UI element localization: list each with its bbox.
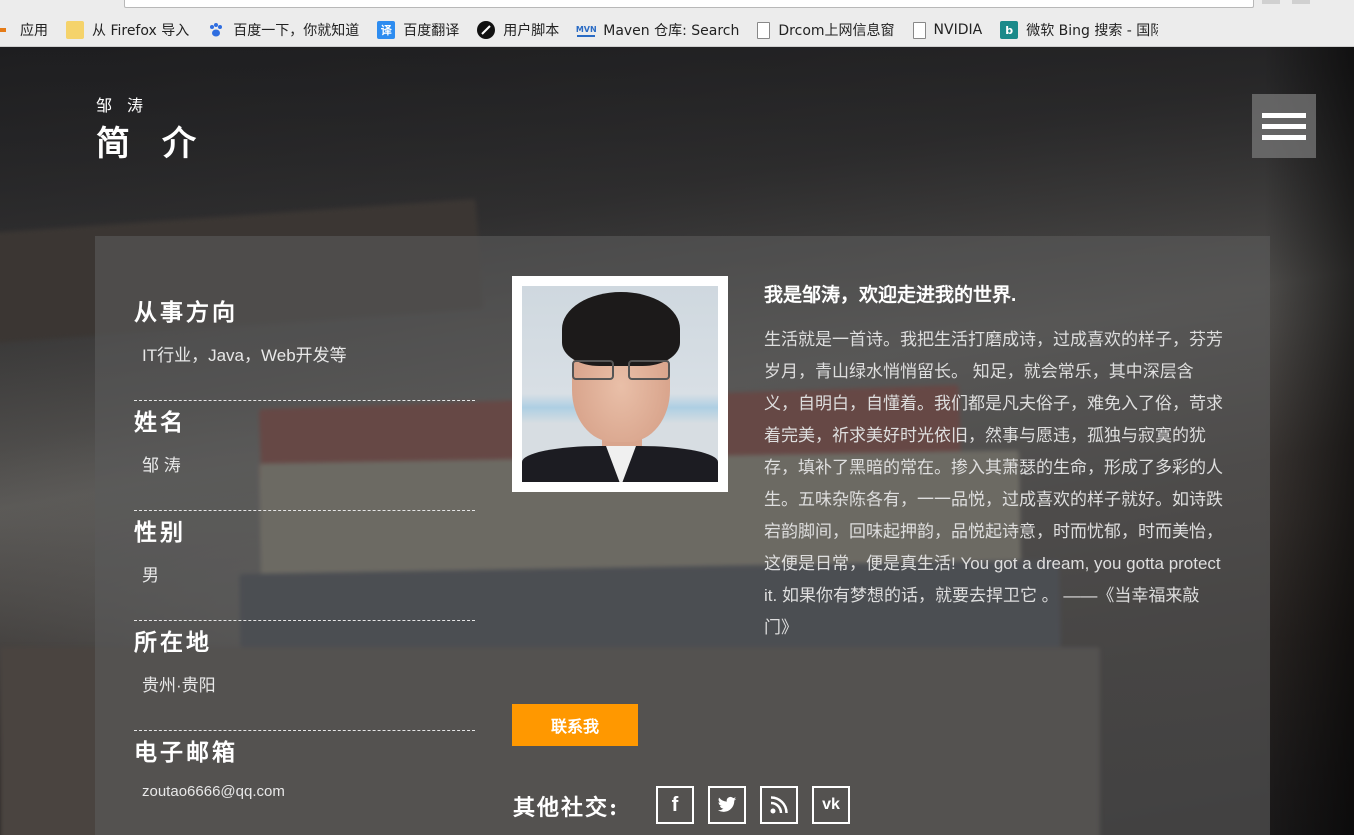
info-label: 电子邮箱	[134, 739, 238, 766]
vk-icon[interactable]: vk	[812, 786, 850, 824]
bookmark-baidu-translate[interactable]: 译 百度翻译	[377, 18, 459, 42]
portrait-part	[562, 292, 680, 366]
bookmarks-bar: 应用 从 Firefox 导入 百度一下，你就知道 译 百度翻译 用户脚本 MV…	[0, 0, 1354, 47]
toolbar-button[interactable]	[1292, 0, 1310, 4]
twitter-icon[interactable]	[708, 786, 746, 824]
hamburger-icon-bar	[1262, 123, 1306, 129]
vk-glyph: vk	[822, 796, 840, 813]
info-item-direction: 从事方向 IT行业，Java，Web开发等	[134, 291, 475, 401]
bookmark-label: NVIDIA	[933, 22, 983, 38]
translate-icon: 译	[377, 21, 396, 39]
bookmark-drcom[interactable]: Drcom上网信息窗	[757, 18, 895, 42]
menu-button[interactable]	[1252, 94, 1316, 158]
bookmark-apps[interactable]: 应用	[0, 18, 48, 42]
bookmark-label: 百度翻译	[403, 23, 460, 39]
glasses-lens	[628, 360, 670, 380]
info-value: IT行业，Java，Web开发等	[142, 346, 347, 365]
info-value: 邹 涛	[142, 456, 181, 475]
social-label: 其他社交:	[513, 795, 620, 821]
bing-icon: b	[1000, 21, 1019, 39]
bookmark-label: 用户脚本	[503, 23, 560, 39]
glasses-lens	[572, 360, 614, 380]
bookmark-nvidia[interactable]: NVIDIA	[912, 18, 983, 42]
rss-icon[interactable]	[760, 786, 798, 824]
info-item-gender: 性别 男	[134, 511, 475, 621]
hamburger-icon-bar	[1262, 134, 1306, 140]
page-icon	[912, 21, 926, 39]
maven-icon: MVN	[576, 23, 597, 37]
portrait-part	[572, 360, 672, 382]
bookmark-label: 从 Firefox 导入	[92, 23, 190, 39]
folder-icon	[66, 21, 84, 39]
hero-shade	[1264, 47, 1354, 835]
info-label: 所在地	[134, 629, 212, 656]
page-title: 简介	[96, 124, 228, 164]
contact-button[interactable]: 联系我	[512, 704, 638, 746]
bookmark-label: Drcom上网信息窗	[778, 23, 895, 39]
bookmark-userscript[interactable]: 用户脚本	[477, 18, 559, 42]
bookmark-label: 微软 Bing 搜索 - 国际	[1026, 23, 1159, 39]
bookmark-label: 应用	[20, 23, 48, 39]
info-label: 从事方向	[134, 299, 238, 326]
baidu-icon	[207, 21, 225, 39]
bookmark-firefox-import[interactable]: 从 Firefox 导入	[66, 18, 189, 42]
info-value: 男	[142, 566, 159, 585]
userscript-icon	[477, 21, 496, 39]
info-label: 性别	[134, 519, 186, 546]
facebook-glyph: f	[671, 793, 679, 816]
info-item-email: 电子邮箱 zoutao6666@qq.com	[134, 731, 475, 835]
info-list: 从事方向 IT行业，Java，Web开发等 姓名 邹 涛 性别 男 所在地 贵州…	[134, 291, 475, 835]
bookmarks-strip: 应用 从 Firefox 导入 百度一下，你就知道 译 百度翻译 用户脚本 MV…	[0, 18, 1176, 42]
info-item-location: 所在地 贵州·贵阳	[134, 621, 475, 731]
avatar	[522, 286, 718, 482]
info-item-name: 姓名 邹 涛	[134, 401, 475, 511]
intro-title: 我是邹涛，欢迎走进我的世界.	[764, 285, 1017, 306]
info-label: 姓名	[134, 409, 186, 436]
profile-photo	[512, 276, 728, 492]
page-icon	[757, 21, 771, 39]
bookmark-baidu[interactable]: 百度一下，你就知道	[207, 18, 359, 42]
info-value: 贵州·贵阳	[142, 676, 216, 695]
apps-icon	[0, 21, 6, 39]
intro-text: 生活就是一首诗。我把生活打磨成诗，过成喜欢的样子，芬芳岁月，青山绿水悄悄留长。 …	[764, 330, 1223, 637]
address-bar-edge[interactable]	[124, 0, 1254, 8]
profile-card: 从事方向 IT行业，Java，Web开发等 姓名 邹 涛 性别 男 所在地 贵州…	[95, 236, 1270, 835]
bookmark-maven[interactable]: MVN Maven 仓库: Search	[576, 18, 740, 42]
bookmark-bing[interactable]: b 微软 Bing 搜索 - 国际	[1000, 18, 1158, 42]
toolbar-button[interactable]	[1262, 0, 1280, 4]
hamburger-icon-bar	[1262, 112, 1306, 118]
author-name: 邹涛	[96, 96, 159, 115]
bookmark-label: Maven 仓库: Search	[603, 23, 740, 39]
bookmark-label: 百度一下，你就知道	[233, 23, 360, 39]
facebook-icon[interactable]: f	[656, 786, 694, 824]
email-value[interactable]: zoutao6666@qq.com	[142, 783, 285, 800]
